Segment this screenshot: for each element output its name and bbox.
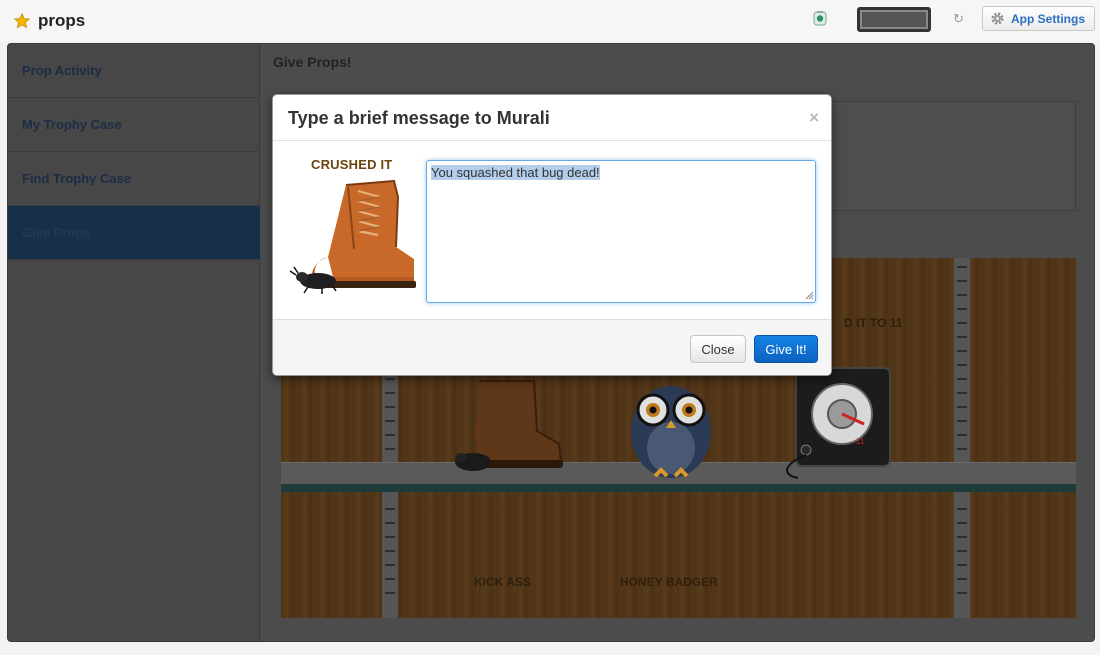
app-badge-icon[interactable] xyxy=(812,10,828,26)
give-it-button[interactable]: Give It! xyxy=(754,335,818,363)
boot-trophy-icon xyxy=(289,179,416,294)
sidebar-item-prop-activity[interactable]: Prop Activity xyxy=(8,44,260,98)
message-text: You squashed that bug dead! xyxy=(431,165,600,180)
boot-trophy-icon[interactable] xyxy=(439,376,569,476)
sidebar-item-label: My Trophy Case xyxy=(22,117,122,132)
sidebar-item-label: Find Trophy Case xyxy=(22,171,132,186)
trophy-name: CRUSHED IT xyxy=(311,157,393,172)
gear-icon xyxy=(991,12,1004,25)
user-menu[interactable] xyxy=(857,7,931,32)
sidebar-item-my-trophy-case[interactable]: My Trophy Case xyxy=(8,98,260,152)
trophy-label: D IT TO 11 xyxy=(844,316,903,330)
app-settings-label: App Settings xyxy=(1011,11,1085,26)
sidebar-item-find-trophy-case[interactable]: Find Trophy Case xyxy=(8,152,260,206)
give-props-modal: Type a brief message to Murali × CRUSHED… xyxy=(272,94,832,376)
resize-grip-icon[interactable] xyxy=(805,291,814,300)
knob-number-label: 11 xyxy=(856,437,865,446)
message-textarea[interactable]: You squashed that bug dead! xyxy=(426,160,816,303)
app-title: props xyxy=(38,11,86,30)
modal-header: Type a brief message to Murali × xyxy=(273,95,831,141)
modal-footer: Close Give It! xyxy=(273,319,831,375)
owl-trophy-icon[interactable] xyxy=(621,370,721,482)
amp-trophy-icon[interactable]: 11 xyxy=(778,362,896,482)
page-title: Give Props! xyxy=(273,54,352,70)
trophy-label: HONEY BADGER xyxy=(620,575,718,589)
shelf-rail xyxy=(954,258,970,618)
sidebar-item-label: Give Props xyxy=(22,225,91,240)
shelf-lip xyxy=(281,484,1076,492)
refresh-icon[interactable]: ↻ xyxy=(953,11,964,27)
sidebar: Prop Activity My Trophy Case Find Trophy… xyxy=(8,44,260,641)
sidebar-item-label: Prop Activity xyxy=(22,63,102,78)
app-settings-button[interactable]: App Settings xyxy=(982,6,1095,31)
sidebar-item-give-props[interactable]: Give Props xyxy=(8,206,260,260)
close-icon[interactable]: × xyxy=(809,108,819,128)
modal-title: Type a brief message to Murali xyxy=(288,108,550,128)
trophy-label: KICK ASS xyxy=(474,575,531,589)
top-bar: props ↻ App Settings xyxy=(0,0,1100,42)
close-button[interactable]: Close xyxy=(690,335,746,363)
star-icon xyxy=(14,13,30,29)
